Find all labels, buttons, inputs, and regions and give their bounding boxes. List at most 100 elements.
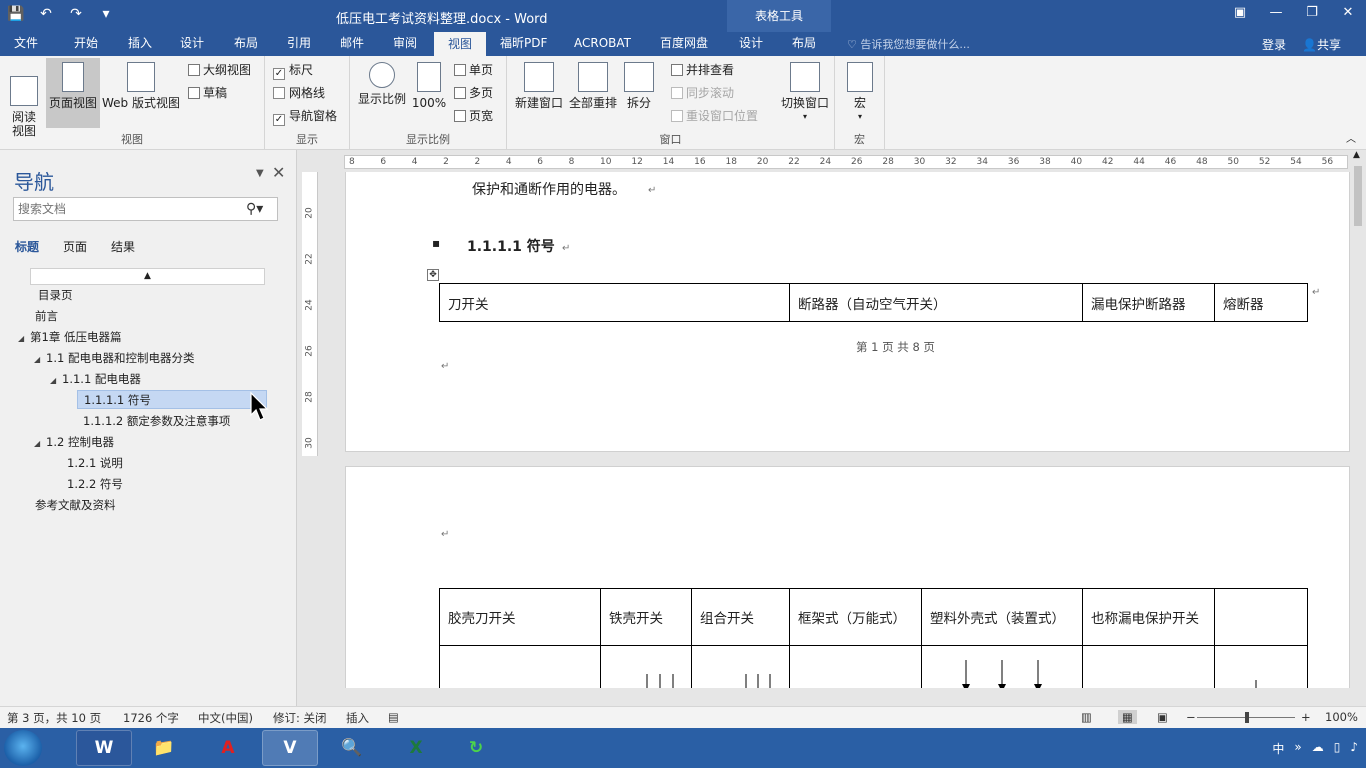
network-icon[interactable]: ▯ xyxy=(1334,740,1341,757)
nav-heading-preface[interactable]: 前言 xyxy=(35,307,58,326)
search-icon[interactable]: ⚲▾ xyxy=(246,201,263,217)
horizontal-ruler[interactable]: 8 6 4 2 2 4 6 8 10 12 14 16 18 20 22 24 26 28 30 32 34 36 38 40… xyxy=(302,150,1350,172)
table-cell[interactable]: 也称漏电保护开关 xyxy=(1082,588,1215,646)
zoom-100-button[interactable]: 100% xyxy=(410,62,448,110)
table-cell[interactable] xyxy=(921,645,1083,688)
table-cell[interactable]: 框架式（万能式） xyxy=(789,588,922,646)
table-cell[interactable] xyxy=(1214,645,1308,688)
read-mode-icon[interactable]: ▥ xyxy=(1081,710,1092,724)
tab-acrobat[interactable]: ACROBAT xyxy=(566,32,639,56)
page-count[interactable]: 第 3 页，共 10 页 xyxy=(7,710,101,726)
zoom-out-icon[interactable]: − xyxy=(1186,710,1196,724)
zoom-level[interactable]: 100% xyxy=(1325,710,1358,724)
tab-table-layout[interactable]: 布局 xyxy=(784,32,824,56)
login-link[interactable]: 登录 xyxy=(1262,36,1286,53)
tab-design[interactable]: 设计 xyxy=(172,32,212,56)
nav-search-input[interactable] xyxy=(13,197,278,221)
insert-mode[interactable]: 插入 xyxy=(346,710,369,726)
restore-icon[interactable]: ❐ xyxy=(1302,3,1322,23)
scroll-up-arrow-icon[interactable]: ▲ xyxy=(1353,150,1360,160)
volume-icon[interactable]: ♪ xyxy=(1350,740,1358,757)
draft-button[interactable]: 草稿 xyxy=(188,85,227,101)
table-cell[interactable]: 塑料外壳式（装置式） xyxy=(921,588,1083,646)
word-taskbar-button[interactable]: W xyxy=(76,730,132,766)
split-button[interactable]: 拆分 xyxy=(621,62,657,110)
document-area[interactable]: 保护和通断作用的电器。 ↵ ▪ 1.1.1.1 符号 ↵ ✥ 刀开关 断路器（自… xyxy=(318,172,1350,688)
table-cell[interactable]: 刀开关 xyxy=(439,283,790,322)
zoom-slider-thumb[interactable] xyxy=(1245,712,1249,723)
tab-references[interactable]: 引用 xyxy=(279,32,319,56)
nav-heading-1-1-1-1[interactable]: 1.1.1.1 符号 xyxy=(77,390,267,409)
table-cell[interactable] xyxy=(1082,645,1215,688)
close-icon[interactable]: ✕ xyxy=(272,163,285,182)
nav-heading-toc[interactable]: 目录页 xyxy=(38,286,73,305)
tell-me-input[interactable]: ♡ 告诉我您想要做什么... xyxy=(847,36,970,52)
read-mode-button[interactable]: 阅读 视图 xyxy=(4,62,44,138)
start-button[interactable] xyxy=(4,730,42,766)
web-layout-icon[interactable]: ▣ xyxy=(1157,710,1168,724)
table-cell[interactable] xyxy=(789,645,922,688)
table-move-handle-icon[interactable]: ✥ xyxy=(427,269,439,281)
table-cell[interactable]: 漏电保护断路器 xyxy=(1082,283,1215,322)
tray-expand-icon[interactable]: » xyxy=(1294,740,1301,757)
macro-record-icon[interactable]: ▤ xyxy=(388,710,399,724)
customize-icon[interactable]: ▾ xyxy=(96,4,116,24)
chevron-down-icon[interactable]: ▼ xyxy=(256,168,264,179)
explorer-taskbar-button[interactable]: 📁 xyxy=(136,730,192,766)
tab-review[interactable]: 审阅 xyxy=(385,32,425,56)
print-layout-icon[interactable]: ▦ xyxy=(1118,710,1137,724)
close-icon[interactable]: ✕ xyxy=(1338,3,1358,23)
search-taskbar-button[interactable]: 🔍 xyxy=(324,730,380,766)
table-cell[interactable] xyxy=(1214,588,1308,646)
switch-windows-button[interactable]: 切换窗口 ▾ xyxy=(777,62,833,124)
minimize-icon[interactable]: — xyxy=(1266,3,1286,23)
one-page-button[interactable]: 单页 xyxy=(454,62,493,78)
nav-tab-headings[interactable]: 标题 xyxy=(15,238,39,255)
view-side-by-side-button[interactable]: 并排查看 xyxy=(671,62,734,78)
nav-heading-1-2-1[interactable]: 1.2.1 说明 xyxy=(67,454,123,473)
zoom-button[interactable]: 显示比例 xyxy=(354,62,410,106)
table-cell[interactable] xyxy=(691,645,790,688)
visio-taskbar-button[interactable]: V xyxy=(262,730,318,766)
expanded-triangle-icon[interactable]: ◢ xyxy=(34,350,46,369)
nav-tab-results[interactable]: 结果 xyxy=(111,238,135,255)
table-cell[interactable] xyxy=(600,645,692,688)
redo-icon[interactable]: ↷ xyxy=(66,4,86,24)
tab-view[interactable]: 视图 xyxy=(434,32,486,56)
save-icon[interactable]: 💾 xyxy=(6,4,26,24)
tab-layout[interactable]: 布局 xyxy=(226,32,266,56)
ribbon-display-icon[interactable]: ▣ xyxy=(1230,3,1250,23)
table-cell[interactable]: 断路器（自动空气开关） xyxy=(789,283,1083,322)
language[interactable]: 中文(中国) xyxy=(198,710,253,726)
word-count[interactable]: 1726 个字 xyxy=(123,710,179,726)
scrollbar-thumb[interactable] xyxy=(1354,166,1362,226)
nav-heading-1-1-1[interactable]: ◢ 1.1.1 配电电器 xyxy=(50,370,141,389)
multiple-pages-button[interactable]: 多页 xyxy=(454,85,493,101)
scroll-up-icon[interactable]: ▲ xyxy=(30,268,265,285)
table-cell[interactable] xyxy=(439,645,601,688)
new-window-button[interactable]: 新建窗口 xyxy=(511,62,567,110)
expanded-triangle-icon[interactable]: ◢ xyxy=(34,434,46,453)
sync-scroll-button[interactable]: 同步滚动 xyxy=(671,85,734,101)
table-cell[interactable]: 胶壳刀开关 xyxy=(439,588,601,646)
outline-button[interactable]: 大纲视图 xyxy=(188,62,251,78)
ime-indicator[interactable]: 中 xyxy=(1272,740,1284,757)
nav-heading-1-1[interactable]: ◢ 1.1 配电电器和控制电器分类 xyxy=(34,349,194,368)
nav-heading-chapter1[interactable]: ◢ 第1章 低压电器篇 xyxy=(18,328,121,347)
table-cell[interactable]: 熔断器 xyxy=(1214,283,1308,322)
vertical-ruler[interactable]: 20 22 24 26 28 30 xyxy=(302,172,318,456)
nav-heading-references[interactable]: 参考文献及资料 xyxy=(35,496,116,515)
sync-taskbar-button[interactable]: ↻ xyxy=(448,730,504,766)
nav-heading-1-1-1-2[interactable]: 1.1.1.2 额定参数及注意事项 xyxy=(83,412,230,431)
table-cell[interactable]: 铁壳开关 xyxy=(600,588,692,646)
page-width-button[interactable]: 页宽 xyxy=(454,108,493,124)
heading-1-1-1-1[interactable]: 1.1.1.1 符号 xyxy=(467,236,555,256)
tab-insert[interactable]: 插入 xyxy=(120,32,160,56)
arrange-all-button[interactable]: 全部重排 xyxy=(565,62,621,110)
acrobat-taskbar-button[interactable]: A xyxy=(200,730,256,766)
tab-foxit-pdf[interactable]: 福昕PDF xyxy=(492,32,555,56)
vertical-scrollbar[interactable]: ▲ xyxy=(1350,150,1366,706)
excel-taskbar-button[interactable]: X xyxy=(388,730,444,766)
navpane-checkbox[interactable]: ✓ 导航窗格 xyxy=(273,108,337,126)
ruler-checkbox[interactable]: ✓ 标尺 xyxy=(273,62,313,80)
